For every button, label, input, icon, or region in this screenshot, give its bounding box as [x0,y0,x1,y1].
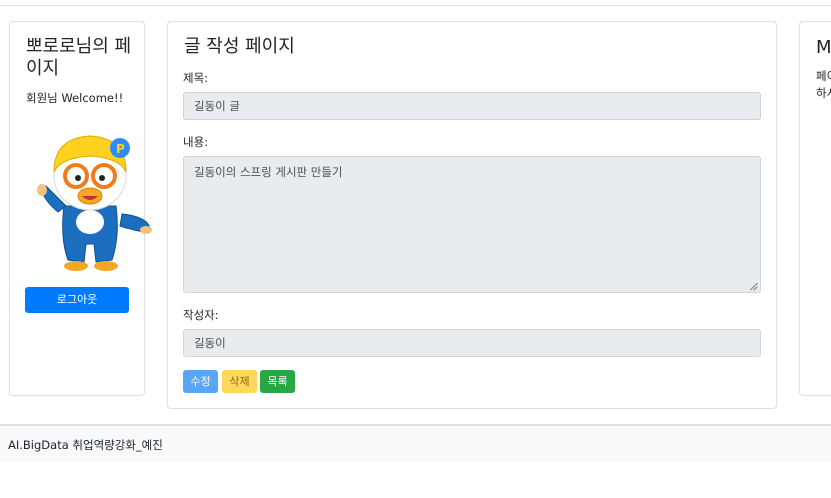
pororo-avatar-image: P [37,135,152,271]
logout-button[interactable]: 로그아웃 [25,287,129,313]
svg-text:P: P [116,142,125,156]
content-label: 내용: [183,135,209,149]
post-form-card: 글 작성 페이지 제목: 길동이 글 내용: 길동이의 스프링 게시판 만들기 … [167,21,777,409]
right-card-title: M [816,37,831,58]
list-button[interactable]: 목록 [260,370,295,393]
content-text: 길동이의 스프링 게시판 만들기 [194,165,343,179]
right-card-text-line2: 하시 [816,86,831,100]
content-textarea[interactable]: 길동이의 스프링 게시판 만들기 [183,156,761,293]
welcome-text: 회원님 Welcome!! [26,91,124,105]
top-divider [0,5,831,6]
delete-button[interactable]: 삭제 [222,370,257,393]
right-info-card: M 페이 하시 [799,21,831,396]
profile-card: 뽀로로님의 페이지 회원님 Welcome!! P 로그아웃 [9,21,152,396]
resize-handle-icon[interactable] [750,282,758,290]
right-card-text-line1: 페이 [816,69,831,83]
footer: AI.BigData 취업역량강화_예진 [0,424,831,462]
writer-label: 작성자: [183,308,219,322]
writer-field[interactable]: 길동이 [183,329,761,357]
title-field[interactable]: 길동이 글 [183,92,761,120]
edit-button[interactable]: 수정 [183,370,218,393]
profile-title: 뽀로로님의 페이지 [26,36,132,79]
page-title: 글 작성 페이지 [184,36,295,57]
footer-text: AI.BigData 취업역량강화_예진 [8,438,163,452]
right-card-text: 페이 하시 [816,68,831,102]
title-label: 제목: [183,71,209,85]
